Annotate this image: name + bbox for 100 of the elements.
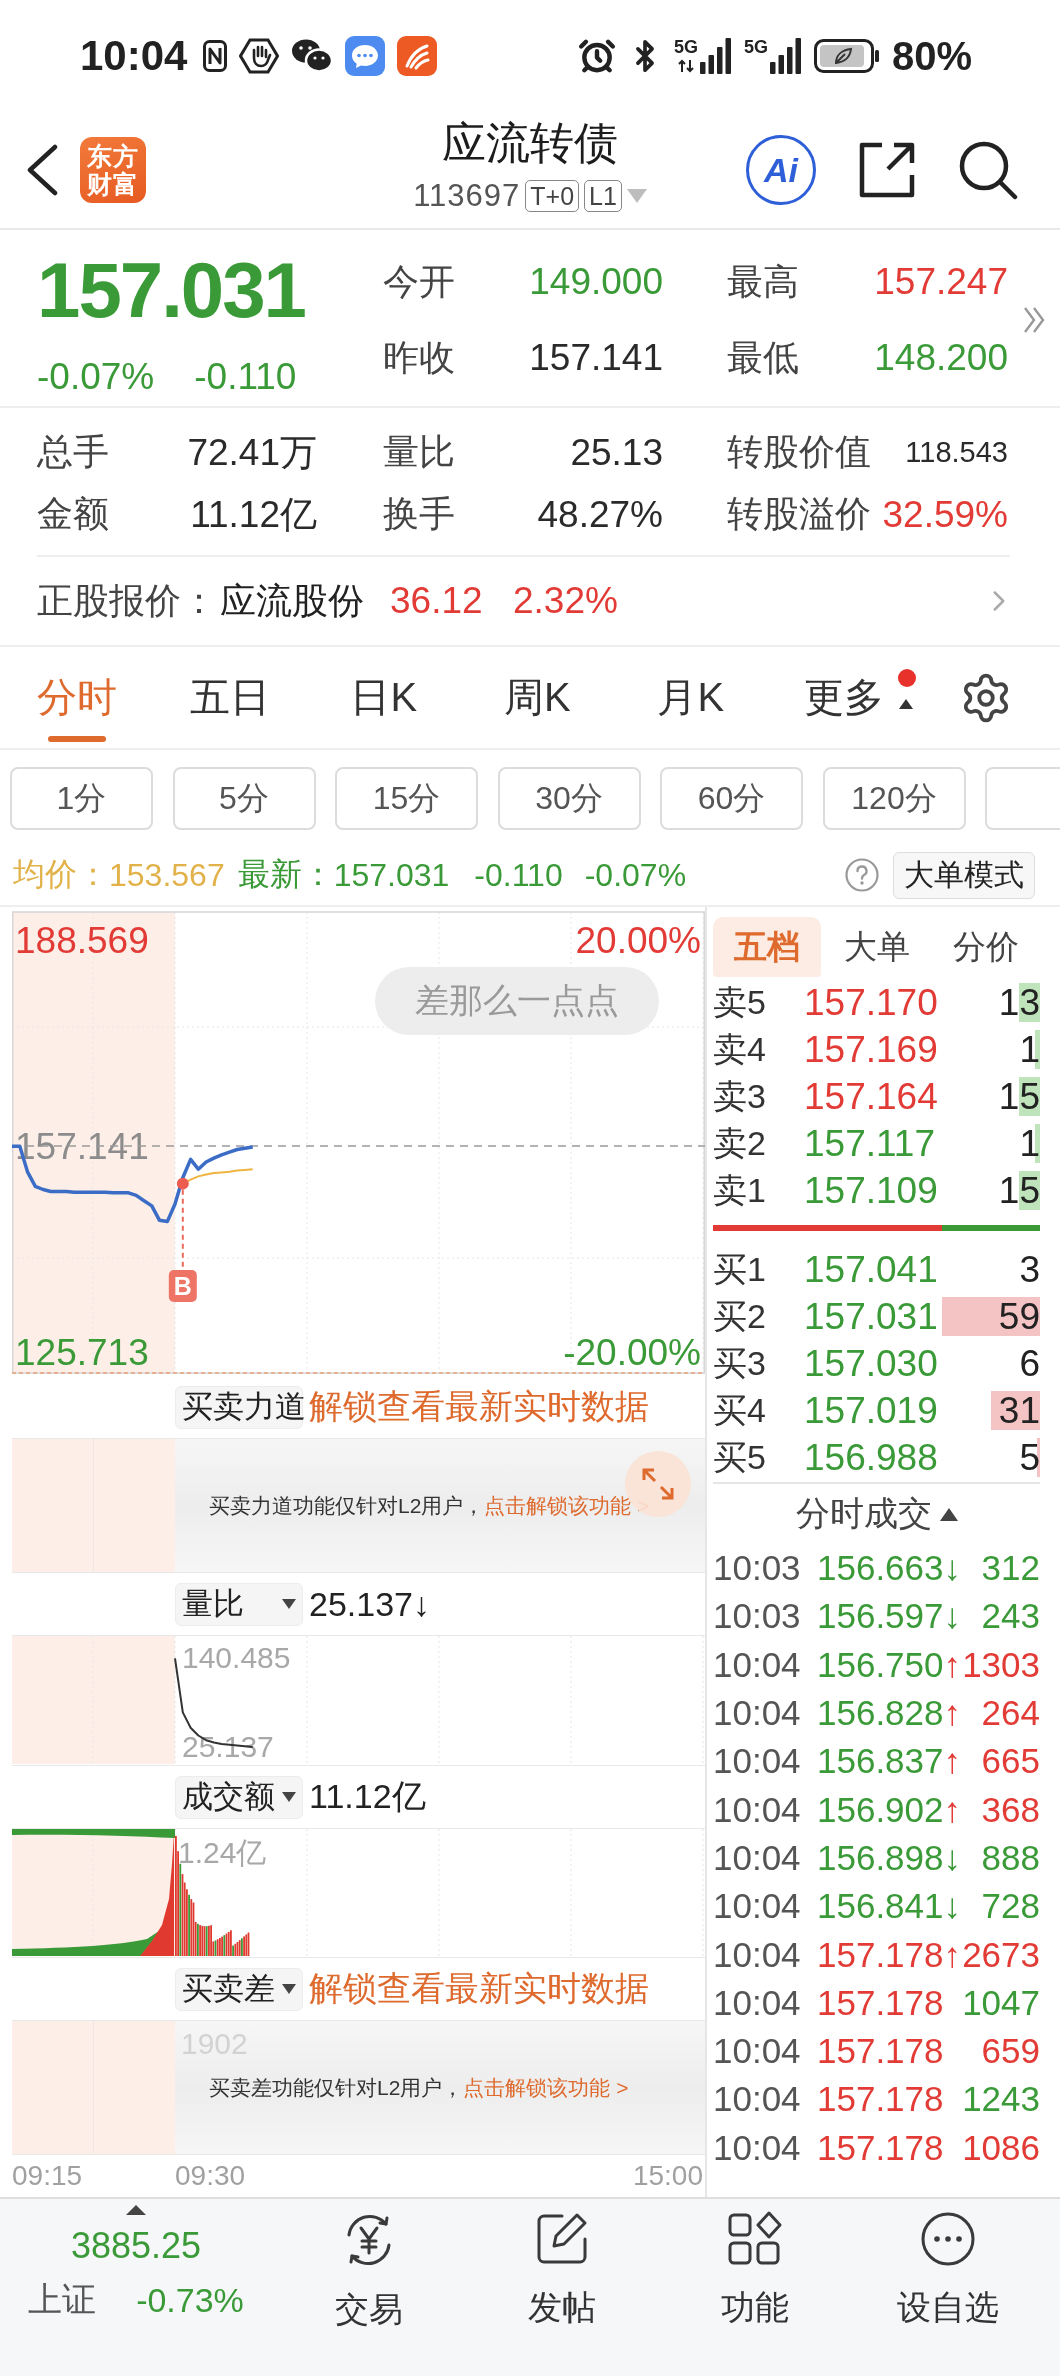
period-button[interactable]: 60分 — [660, 767, 803, 830]
tick-arrow: ↑ — [943, 1644, 962, 1685]
axis-label: 188.569 — [15, 920, 149, 961]
large-order-mode-button[interactable]: 大单模式 — [893, 851, 1035, 899]
index-switch-caret-icon[interactable] — [126, 2205, 146, 2215]
indicator-selector[interactable]: 成交额 — [175, 1775, 303, 1819]
order-book-tab[interactable]: 分价 — [932, 917, 1040, 977]
nav-button[interactable]: 发帖 — [465, 2199, 658, 2331]
stat-value: 32.59% — [882, 493, 1008, 536]
field-value: 157.141 — [529, 337, 663, 379]
order-book-tab[interactable]: 大单 — [822, 917, 931, 977]
bond-code: 113697 — [413, 178, 521, 214]
order-price: 157.030 — [804, 1342, 938, 1385]
order-price: 157.164 — [804, 1075, 938, 1118]
order-volume: 1 — [1019, 1122, 1040, 1165]
stat-label: 总手 — [37, 430, 109, 474]
trades-title[interactable]: 分时成交 — [795, 1491, 932, 1537]
app-icon — [397, 36, 438, 76]
indicator-selector[interactable]: 买卖差 — [175, 1967, 303, 2011]
period-button[interactable]: 1分 — [10, 767, 153, 830]
status-time: 10:04 — [80, 32, 188, 80]
trade-price: 156.750 — [817, 1644, 944, 1685]
app-logo: 东方 财富 — [80, 137, 146, 203]
nav-button[interactable]: 功能 — [658, 2199, 851, 2331]
chart-tab[interactable]: 更多 — [767, 647, 921, 748]
trading-badge: L1 — [584, 180, 622, 212]
chart-tab[interactable]: 五日 — [153, 647, 307, 748]
trade-price: 157.178 — [817, 1934, 944, 1975]
chart-tab[interactable]: 周K — [460, 647, 614, 748]
level-label: 买4 — [713, 1389, 767, 1431]
level-label: 买1 — [713, 1248, 767, 1290]
indicator-selector[interactable]: 买卖力道 — [175, 1385, 303, 1429]
level-label: 买5 — [713, 1436, 767, 1478]
trade-time: 10:04 — [713, 1789, 802, 1830]
stat-label: 金额 — [37, 492, 109, 536]
period-button[interactable]: 30分 — [497, 767, 641, 830]
order-price: 157.169 — [804, 1028, 938, 1071]
network-type-label: 5G — [673, 38, 698, 57]
dropdown-caret-icon — [282, 1792, 296, 1802]
trade-time: 10:04 — [713, 1982, 802, 2023]
trade-volume: 659 — [981, 2031, 1040, 2072]
trade-volume: 1303 — [962, 1644, 1040, 1685]
time-axis-label: 15:00 — [632, 2160, 704, 2192]
order-volume: 15 — [998, 1075, 1040, 1118]
dropdown-caret-icon[interactable] — [626, 189, 647, 203]
axis-label: 25.137 — [182, 1730, 274, 1763]
nav-button[interactable]: 设自选 — [851, 2199, 1044, 2331]
order-volume: 13 — [998, 981, 1040, 1024]
stat-label: 换手 — [383, 492, 455, 536]
trade-price: 156.837 — [817, 1741, 944, 1782]
double-chevron-icon[interactable] — [1023, 306, 1045, 334]
ai-button[interactable]: Ai — [746, 135, 816, 205]
search-button[interactable] — [958, 140, 1018, 200]
tick-arrow: ↓ — [943, 1548, 962, 1589]
trade-time: 10:03 — [713, 1596, 802, 1637]
trade-time: 10:04 — [713, 2079, 802, 2120]
order-price: 157.170 — [804, 981, 938, 1024]
trade-volume: 312 — [981, 1548, 1040, 1589]
alarm-icon — [577, 37, 616, 75]
tick-arrow: ↑ — [943, 1934, 962, 1975]
nfc-icon — [203, 40, 228, 72]
trade-time: 10:03 — [713, 1548, 802, 1589]
share-icon — [858, 141, 916, 199]
tick-arrow: ↓ — [943, 1886, 962, 1927]
index-value: 3885.25 — [70, 2225, 202, 2267]
trade-price: 156.898 — [817, 1837, 944, 1878]
signal-icon — [699, 38, 732, 74]
latest-label: 最新： — [237, 855, 334, 894]
trade-price: 156.597 — [817, 1596, 944, 1637]
field-value: 149.000 — [529, 261, 663, 303]
latest-change-percent: -0.07% — [584, 856, 687, 894]
period-button[interactable]: 15分 — [335, 767, 478, 830]
trade-price: 156.902 — [817, 1789, 944, 1830]
change-amount: -0.110 — [194, 355, 297, 399]
signal-icon — [769, 38, 802, 74]
back-icon — [26, 144, 58, 196]
stat-label: 量比 — [383, 430, 455, 474]
battery-percent: 80% — [891, 33, 972, 79]
share-button[interactable] — [858, 141, 916, 199]
trade-volume: 888 — [981, 1837, 1040, 1878]
chart-tab[interactable]: 月K — [614, 647, 768, 748]
nav-button[interactable]: 交易 — [272, 2199, 465, 2333]
level-label: 卖1 — [713, 1169, 767, 1211]
indicator-reading: 25.137↓ — [309, 1584, 430, 1624]
axis-label: 1.24亿 — [178, 1836, 267, 1869]
indicator-reading: 11.12亿 — [309, 1776, 426, 1817]
help-icon[interactable] — [845, 858, 879, 892]
period-button[interactable]: 120分 — [822, 767, 966, 830]
order-volume: 5 — [1019, 1436, 1040, 1479]
trade-time: 10:04 — [713, 2127, 802, 2168]
period-button[interactable]: 5分 — [172, 767, 316, 830]
indicator-selector[interactable]: 量比 — [175, 1582, 303, 1626]
tick-arrow: ↑ — [943, 1693, 962, 1734]
order-volume: 31 — [998, 1389, 1040, 1432]
latest-price: 157.031 — [333, 856, 450, 894]
back-button[interactable] — [26, 144, 58, 196]
lock-message: 买卖差功能仅针对L2用户，点击解锁该功能 > — [209, 2074, 629, 2101]
average-label: 均价： — [13, 855, 109, 894]
order-price: 157.109 — [804, 1169, 938, 1212]
chart-tab[interactable]: 日K — [307, 647, 461, 748]
